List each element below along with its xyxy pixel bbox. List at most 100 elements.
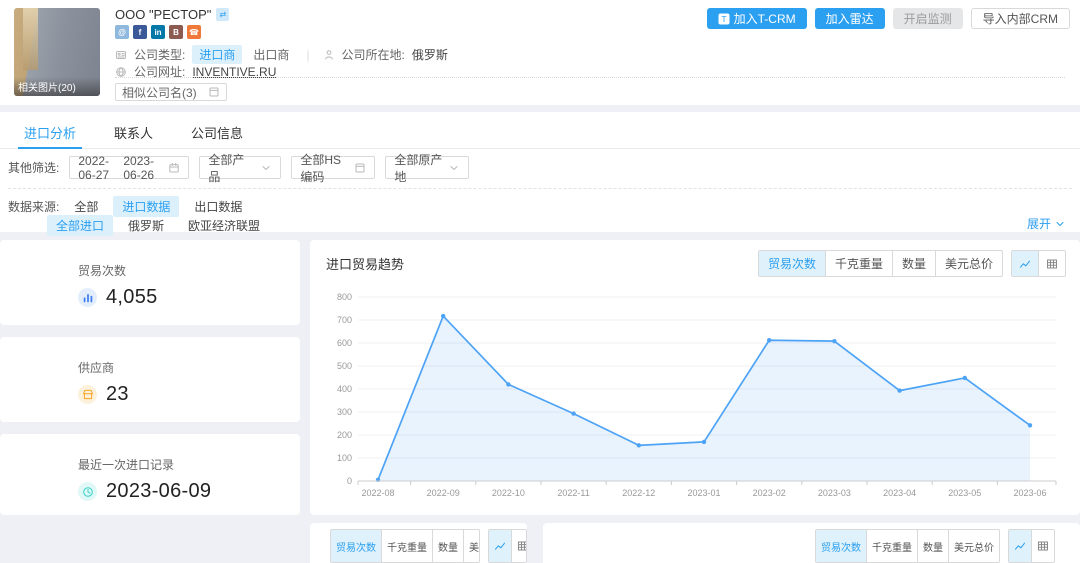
data-source-option[interactable]: 俄罗斯 bbox=[119, 215, 173, 236]
chart-controls: 贸易次数千克重量数量美元总价 bbox=[758, 250, 1066, 277]
location-icon bbox=[323, 49, 335, 61]
bottom-left-chart-card: 贸易次数千克重量数量美元总价 bbox=[310, 523, 527, 563]
company-type-import-tag[interactable]: 进口商 bbox=[192, 45, 242, 64]
svg-text:2022-09: 2022-09 bbox=[427, 488, 460, 498]
tab-active[interactable]: 进口分析 bbox=[18, 112, 82, 148]
company-header: 相关图片(20) OOO "PECTOP" ⇄ @finB☎ 公司类型: 进口商… bbox=[0, 0, 1080, 105]
import-trend-line-chart[interactable]: 01002003004005006007008002022-082022-092… bbox=[318, 285, 1072, 513]
chevron-down-icon bbox=[260, 162, 272, 174]
metric-toggle[interactable]: 美元总价 bbox=[935, 251, 1002, 276]
company-type-export-tag[interactable]: 出口商 bbox=[249, 45, 293, 64]
metric-toggle[interactable]: 贸易次数 bbox=[331, 530, 381, 562]
action-button[interactable]: T加入T-CRM bbox=[707, 8, 807, 29]
svg-text:2022-12: 2022-12 bbox=[622, 488, 655, 498]
chart-view-toggle[interactable] bbox=[489, 530, 511, 562]
data-source-option[interactable]: 出口数据 bbox=[185, 196, 251, 217]
metric-toggle[interactable]: 美元总价 bbox=[948, 530, 999, 562]
filter-row: 其他筛选: 2022-06-27 2023-06-26 全部产品 全部HS编码 … bbox=[8, 156, 469, 179]
stat-value: 23 bbox=[106, 383, 129, 406]
action-button[interactable]: 加入雷达 bbox=[815, 8, 885, 29]
svg-text:2023-01: 2023-01 bbox=[687, 488, 720, 498]
data-source-option[interactable]: 全部进口 bbox=[47, 215, 113, 236]
svg-text:2023-06: 2023-06 bbox=[1013, 488, 1046, 498]
stat-card: 最近一次进口记录 2023-06-09 bbox=[0, 434, 300, 515]
svg-text:2023-05: 2023-05 bbox=[948, 488, 981, 498]
origin-select[interactable]: 全部原产地 bbox=[385, 156, 469, 179]
similar-company-select[interactable]: 相似公司名(3) bbox=[115, 83, 227, 101]
globe-icon bbox=[115, 66, 127, 78]
vk-icon[interactable]: B bbox=[169, 25, 183, 39]
tab-item[interactable]: 联系人 bbox=[108, 112, 159, 148]
product-select[interactable]: 全部产品 bbox=[199, 156, 281, 179]
phone-icon[interactable]: ☎ bbox=[187, 25, 201, 39]
dashed-divider bbox=[8, 188, 1072, 189]
tab-bar: 进口分析联系人公司信息 bbox=[0, 112, 1080, 149]
related-images-label[interactable]: 相关图片(20) bbox=[14, 77, 100, 96]
stat-card: 贸易次数4,055 bbox=[0, 240, 300, 325]
table-view-toggle[interactable] bbox=[1031, 530, 1054, 562]
company-photo[interactable]: 相关图片(20) bbox=[14, 8, 100, 96]
calendar-icon bbox=[168, 162, 180, 174]
stat-card: 供应商23 bbox=[0, 337, 300, 422]
table-view-toggle[interactable] bbox=[1038, 251, 1065, 276]
stat-value: 4,055 bbox=[106, 286, 158, 309]
action-button[interactable]: 导入内部CRM bbox=[971, 8, 1070, 29]
metric-toggle[interactable]: 数量 bbox=[892, 251, 935, 276]
facebook-icon[interactable]: f bbox=[133, 25, 147, 39]
metric-toggle[interactable]: 数量 bbox=[917, 530, 948, 562]
divider: | bbox=[306, 48, 309, 62]
data-source-label: 数据来源: bbox=[8, 198, 59, 215]
svg-text:800: 800 bbox=[337, 292, 352, 302]
translate-icon[interactable]: ⇄ bbox=[216, 8, 229, 21]
expand-toggle[interactable]: 展开 bbox=[1027, 215, 1066, 232]
linkedin-icon[interactable]: in bbox=[151, 25, 165, 39]
chart-title: 进口贸易趋势 bbox=[326, 254, 404, 273]
data-source-options: 全部进口数据出口数据 bbox=[65, 196, 251, 217]
date-range-picker[interactable]: 2022-06-27 2023-06-26 bbox=[69, 156, 189, 179]
email-icon[interactable]: @ bbox=[115, 25, 129, 39]
metric-toggle[interactable]: 贸易次数 bbox=[816, 530, 866, 562]
date-start: 2022-06-27 bbox=[78, 154, 117, 182]
location-value: 俄罗斯 bbox=[412, 46, 448, 63]
trend-chart-card: 进口贸易趋势 贸易次数千克重量数量美元总价 010020030040050060… bbox=[310, 240, 1080, 515]
metric-toggle[interactable]: 千克重量 bbox=[381, 530, 432, 562]
date-end: 2023-06-26 bbox=[123, 154, 162, 182]
table-view-toggle[interactable] bbox=[511, 530, 527, 562]
metric-toggle-group: 贸易次数千克重量数量美元总价 bbox=[330, 529, 480, 563]
stat-value: 2023-06-09 bbox=[106, 480, 211, 503]
metric-toggle[interactable]: 贸易次数 bbox=[759, 251, 825, 276]
stat-label: 最近一次进口记录 bbox=[78, 456, 300, 473]
svg-text:300: 300 bbox=[337, 407, 352, 417]
action-button[interactable]: 开启监测 bbox=[893, 8, 963, 29]
data-source-option[interactable]: 进口数据 bbox=[113, 196, 179, 217]
chevron-down-icon bbox=[1054, 218, 1066, 230]
view-toggle-group bbox=[1008, 529, 1055, 563]
tab-item[interactable]: 公司信息 bbox=[185, 112, 249, 148]
metric-toggle[interactable]: 千克重量 bbox=[866, 530, 917, 562]
data-source-option[interactable]: 欧亚经济联盟 bbox=[179, 215, 269, 236]
metric-toggle[interactable]: 美元总价 bbox=[463, 530, 480, 562]
svg-text:2023-03: 2023-03 bbox=[818, 488, 851, 498]
chevron-down-icon bbox=[448, 162, 460, 174]
panel-icon bbox=[208, 86, 220, 98]
svg-text:2022-08: 2022-08 bbox=[361, 488, 394, 498]
dotted-divider bbox=[115, 77, 1065, 78]
svg-text:2023-04: 2023-04 bbox=[883, 488, 916, 498]
chart-view-toggle[interactable] bbox=[1009, 530, 1031, 562]
clock-icon bbox=[78, 482, 97, 501]
data-source-option[interactable]: 全部 bbox=[65, 196, 107, 217]
view-toggle-group bbox=[488, 529, 527, 563]
metric-toggle[interactable]: 千克重量 bbox=[825, 251, 892, 276]
svg-text:0: 0 bbox=[347, 476, 352, 486]
company-meta-row: 公司类型: 进口商 出口商 | 公司所在地: 俄罗斯 bbox=[115, 45, 448, 64]
idcard-icon bbox=[115, 49, 127, 61]
filter-label: 其他筛选: bbox=[8, 159, 59, 176]
analysis-panel: 进口分析联系人公司信息 其他筛选: 2022-06-27 2023-06-26 … bbox=[0, 112, 1080, 232]
header-actions: T加入T-CRM 加入雷达开启监测导入内部CRM bbox=[707, 8, 1070, 29]
metric-toggle[interactable]: 数量 bbox=[432, 530, 463, 562]
chart-view-toggle[interactable] bbox=[1012, 251, 1038, 276]
data-source-row: 数据来源: 全部进口数据出口数据 bbox=[8, 196, 251, 217]
metric-toggle-group: 贸易次数千克重量数量美元总价 bbox=[815, 529, 1000, 563]
hs-code-select[interactable]: 全部HS编码 bbox=[291, 156, 375, 179]
svg-text:400: 400 bbox=[337, 384, 352, 394]
